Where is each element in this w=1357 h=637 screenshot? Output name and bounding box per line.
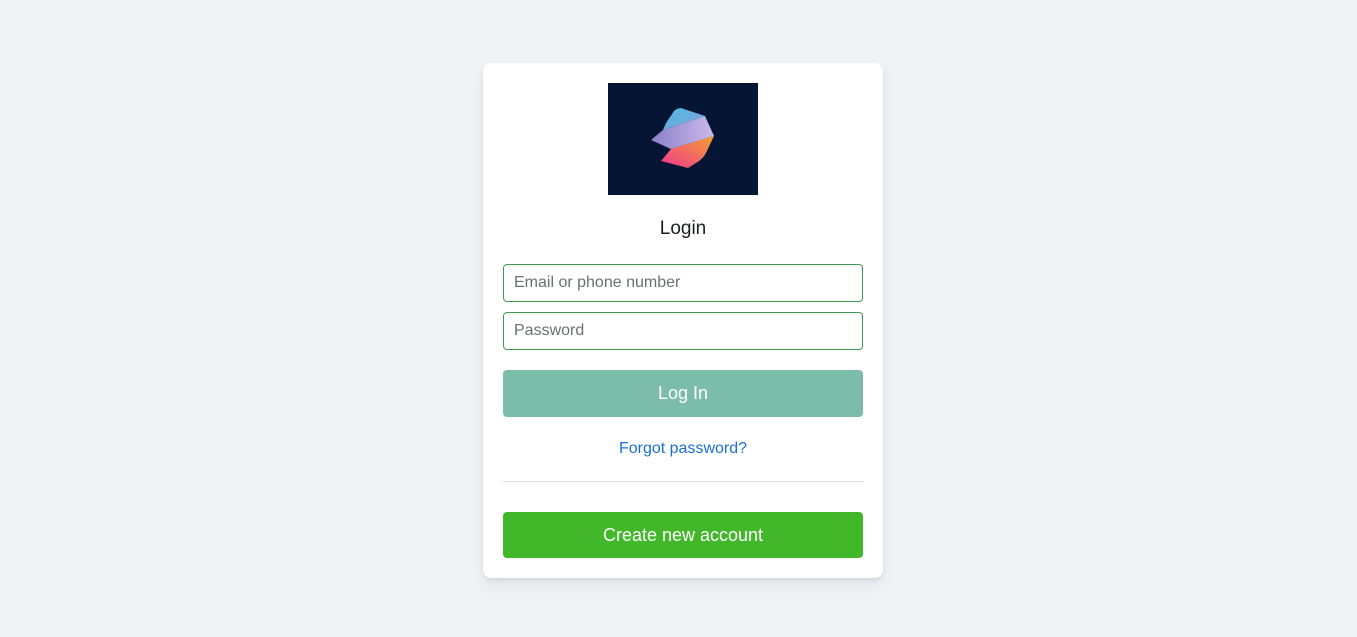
- divider: [503, 481, 863, 482]
- email-input[interactable]: [503, 264, 863, 302]
- password-input[interactable]: [503, 312, 863, 350]
- login-button[interactable]: Log In: [503, 370, 863, 417]
- login-card: Login Log In Forgot password? Create new…: [483, 63, 883, 578]
- page-title: Login: [659, 218, 707, 239]
- create-account-button[interactable]: Create new account: [503, 512, 863, 558]
- brand-logo: [608, 83, 758, 195]
- brand-logo-icon: [651, 108, 714, 168]
- forgot-password-link[interactable]: Forgot password?: [483, 439, 883, 459]
